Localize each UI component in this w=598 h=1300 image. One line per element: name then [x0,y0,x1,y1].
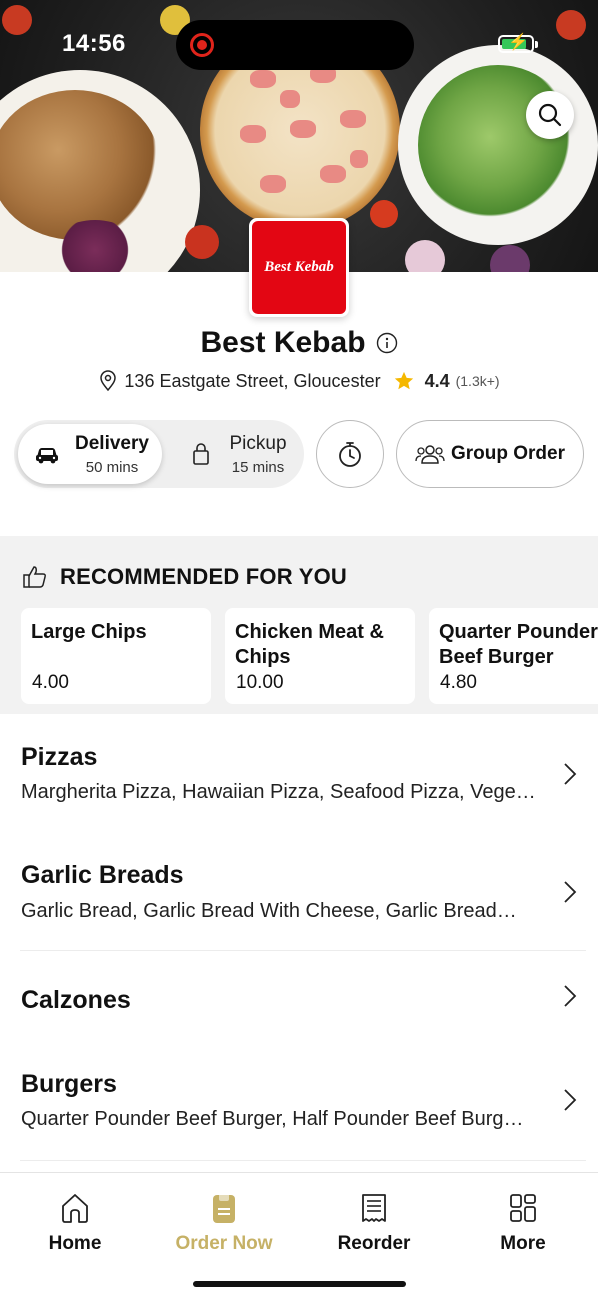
recommended-item-name-line2: Beef Burger [439,646,554,668]
recommended-title: RECOMMENDED FOR YOU [60,564,347,589]
screen-recording-icon [190,33,214,57]
tab-home[interactable]: Home [15,1191,135,1255]
recommended-section: RECOMMENDED FOR YOU Large Chips 4.00 Chi… [0,536,598,714]
restaurant-address: 136 Eastgate Street, Gloucester [124,370,381,391]
recommended-item-price: 4.80 [440,672,477,693]
chevron-right-icon [564,985,577,1007]
order-bag-icon [213,1195,235,1223]
restaurant-name: Best Kebab [200,326,366,359]
tab-label: Order Now [175,1233,273,1254]
schedule-time-button[interactable] [316,420,384,488]
tab-label: More [500,1233,546,1254]
category-row-calzones[interactable]: Calzones [0,951,598,1049]
category-title: Burgers [21,1070,117,1098]
search-icon [538,103,562,127]
category-row-burgers[interactable]: Burgers Quarter Pounder Beef Burger, Hal… [0,1049,598,1161]
delivery-label: Delivery [75,432,149,454]
recommended-item-price: 4.00 [32,672,69,693]
category-title: Garlic Breads [21,861,184,889]
restaurant-name-row: Best Kebab [0,326,598,360]
recommended-item-card[interactable]: Large Chips 4.00 [21,608,211,704]
delivery-time: 50 mins [85,458,139,476]
recommended-item-card[interactable]: Quarter Pounder Beef Burger 4.80 [429,608,598,704]
tab-order-now[interactable]: Order Now [164,1191,284,1255]
stopwatch-icon [339,442,361,467]
pickup-option[interactable]: Pickup 15 mins [172,424,300,484]
info-icon[interactable] [376,332,398,354]
recommended-item-price: 10.00 [236,672,284,693]
recommended-item-name: Large Chips [31,621,147,643]
status-bar-time: 14:56 [62,30,126,57]
car-icon [36,448,58,464]
group-users-icon [415,445,445,464]
address-rating-row: 136 Eastgate Street, Gloucester 4.4 (1.3… [0,370,598,392]
tab-more[interactable]: More [463,1191,583,1255]
kebab-plate-image [0,70,200,272]
delivery-option[interactable]: Delivery 50 mins [18,424,162,484]
recommended-header: RECOMMENDED FOR YOU [22,564,347,590]
pickup-label: Pickup [229,432,287,454]
restaurant-logo-text: Best Kebab [252,221,346,314]
pickup-time: 15 mins [231,458,285,476]
tab-label: Home [48,1233,102,1254]
search-button[interactable] [526,91,574,139]
category-title: Pizzas [21,743,98,771]
recommended-item-name-line2: Chips [235,646,291,668]
battery-charging-icon: ⚡ [498,34,538,53]
recommended-item-card[interactable]: Chicken Meat & Chips 10.00 [225,608,415,704]
star-icon [394,371,413,390]
chevron-right-icon [564,1089,577,1111]
tab-label: Reorder [337,1233,411,1254]
grid-icon [510,1194,536,1222]
recommended-item-name: Chicken Meat & [235,621,384,643]
home-indicator [193,1281,406,1287]
order-mode-toggle: Delivery 50 mins Pickup 15 mins [14,420,304,488]
category-items: Margherita Pizza, Hawaiian Pizza, Seafoo… [21,781,536,803]
chevron-right-icon [564,763,577,785]
thumbs-up-icon [23,566,46,588]
chevron-right-icon [564,881,577,903]
category-title: Calzones [21,986,131,1014]
restaurant-logo: Best Kebab [249,218,349,317]
home-icon [62,1194,88,1223]
category-items: Quarter Pounder Beef Burger, Half Pounde… [21,1108,524,1130]
location-pin-icon [100,370,117,392]
tab-reorder[interactable]: Reorder [314,1191,434,1255]
category-row-pizzas[interactable]: Pizzas Margherita Pizza, Hawaiian Pizza,… [0,714,598,832]
category-items: Garlic Bread, Garlic Bread With Cheese, … [21,900,517,922]
rating-value: 4.4 [424,370,450,391]
category-row-garlic-breads[interactable]: Garlic Breads Garlic Bread, Garlic Bread… [0,832,598,950]
rating-count: (1.3k+) [455,373,500,389]
shopping-bag-icon [193,443,209,465]
dynamic-island [176,20,414,70]
group-order-button[interactable]: Group Order [396,420,584,488]
category-divider [20,1160,586,1161]
receipt-icon [362,1194,386,1222]
recommended-item-name: Quarter Pounder [439,621,598,643]
salad-plate-image [398,45,598,245]
group-order-label: Group Order [450,443,565,464]
